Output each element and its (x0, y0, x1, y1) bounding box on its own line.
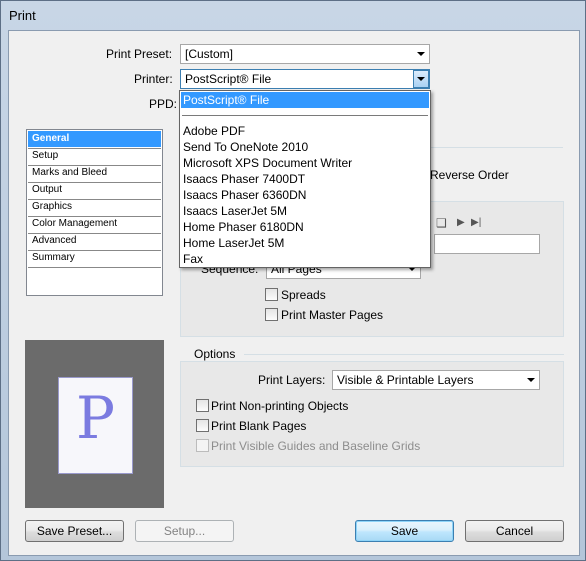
window-title: Print (9, 8, 36, 23)
sidebar-item-output[interactable]: Output (28, 182, 161, 198)
spreads-checkbox[interactable] (265, 288, 278, 301)
printer-value: PostScript® File (185, 72, 272, 86)
print-preset-label: Print Preset: (106, 47, 173, 61)
chevron-down-icon (527, 378, 535, 382)
cancel-button[interactable]: Cancel (465, 520, 564, 542)
printer-option-phaser-7400dt[interactable]: Isaacs Phaser 7400DT (181, 171, 429, 187)
print-preset-value: [Custom] (185, 47, 234, 61)
divider (182, 115, 428, 116)
printer-option-fax[interactable]: Fax (181, 251, 429, 267)
options-panel: Print Layers: Visible & Printable Layers… (180, 361, 564, 467)
printer-option-isaacs-laserjet-5m[interactable]: Isaacs LaserJet 5M (181, 203, 429, 219)
print-guides-label: Print Visible Guides and Baseline Grids (211, 439, 421, 453)
sidebar-item-summary[interactable]: Summary (28, 250, 161, 266)
print-nonprinting-checkbox[interactable] (196, 399, 209, 412)
printer-option-home-laserjet-5m[interactable]: Home LaserJet 5M (181, 235, 429, 251)
ppd-label: PPD: (149, 97, 178, 111)
printer-dropdown-list: PostScript® File Adobe PDF Send To OneNo… (179, 90, 431, 268)
printer-select[interactable]: PostScript® File (180, 69, 430, 89)
sidebar-item-general[interactable]: General (28, 131, 161, 147)
print-nonprinting-label: Print Non-printing Objects (211, 399, 349, 413)
print-master-pages-label: Print Master Pages (281, 308, 384, 322)
spreads-label: Spreads (281, 288, 326, 302)
printer-dropdown-button[interactable] (413, 70, 429, 88)
print-dialog: Print Print Preset: [Custom] Printer: Po… (0, 0, 586, 561)
chevron-down-icon (417, 77, 425, 81)
printer-option-phaser-6180dn[interactable]: Home Phaser 6180DN (181, 219, 429, 235)
print-preset-select[interactable]: [Custom] (180, 44, 430, 64)
group-divider (244, 354, 564, 355)
print-guides-checkbox[interactable] (196, 439, 209, 452)
sidebar-item-color-management[interactable]: Color Management (28, 216, 161, 232)
divider (28, 267, 161, 268)
title-bar: Print (1, 1, 585, 29)
save-button[interactable]: Save (355, 520, 454, 542)
print-blank-pages-label: Print Blank Pages (211, 419, 307, 433)
printer-option-phaser-6360dn[interactable]: Isaacs Phaser 6360DN (181, 187, 429, 203)
print-layers-label: Print Layers: (258, 373, 326, 387)
page-range-input[interactable] (434, 234, 540, 254)
printer-option-postscript-file[interactable]: PostScript® File (181, 92, 429, 108)
print-master-pages-checkbox[interactable] (265, 308, 278, 321)
play-icon[interactable]: ▶ (457, 217, 465, 228)
sidebar-item-marks-and-bleed[interactable]: Marks and Bleed (28, 165, 161, 181)
page-preview: P (25, 340, 164, 508)
print-layers-value: Visible & Printable Layers (337, 373, 474, 387)
page-icon: ❑ (436, 216, 447, 230)
skip-end-icon[interactable]: ▶| (471, 217, 481, 228)
print-layers-select[interactable]: Visible & Printable Layers (332, 370, 540, 390)
printer-option-onenote[interactable]: Send To OneNote 2010 (181, 139, 429, 155)
printer-option-adobe-pdf[interactable]: Adobe PDF (181, 123, 429, 139)
sidebar-item-setup[interactable]: Setup (28, 148, 161, 164)
printer-label: Printer: (134, 72, 173, 86)
printer-option-xps[interactable]: Microsoft XPS Document Writer (181, 155, 429, 171)
print-blank-pages-checkbox[interactable] (196, 419, 209, 432)
chevron-down-icon (417, 52, 425, 56)
save-preset-button[interactable]: Save Preset... (25, 520, 124, 542)
options-group-title: Options (194, 347, 236, 361)
sidebar-item-graphics[interactable]: Graphics (28, 199, 161, 215)
category-list: General Setup Marks and Bleed Output Gra… (26, 129, 163, 296)
reverse-order-label: Reverse Order (430, 168, 509, 182)
sidebar-item-advanced[interactable]: Advanced (28, 233, 161, 249)
setup-button[interactable]: Setup... (135, 520, 234, 542)
preview-page-letter: P (75, 384, 116, 452)
preview-page: P (58, 377, 133, 474)
